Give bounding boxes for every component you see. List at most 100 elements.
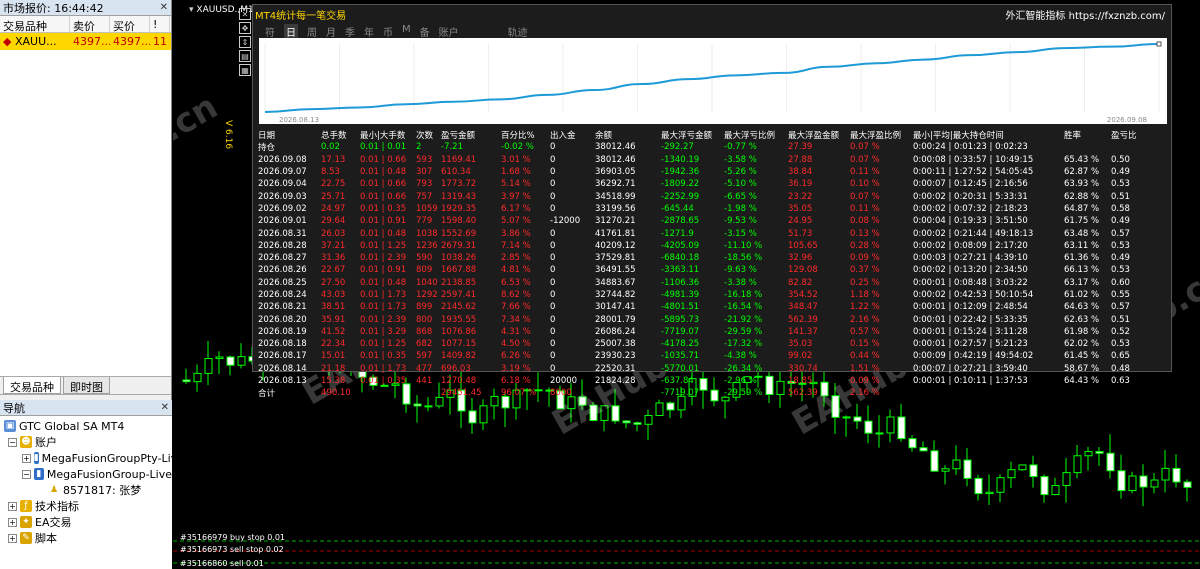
col-spread[interactable]: ! (150, 16, 170, 32)
panel-tab[interactable]: 符 (265, 24, 275, 39)
candle-body (237, 356, 246, 366)
candle-body (1172, 467, 1181, 483)
col-bid[interactable]: 卖价 (70, 16, 110, 32)
table-cell: -6840.18 (661, 253, 700, 264)
close-icon[interactable]: ✕ (160, 2, 168, 13)
tree-item-server-1[interactable]: + ▮ MegaFusionGroupPty-Live (0, 450, 184, 466)
panel-tab[interactable]: 日 (284, 24, 298, 39)
table-cell: 1292 (416, 290, 438, 300)
table-cell: 0.49 (1111, 216, 1130, 227)
table-cell: 96.07 % (501, 388, 537, 399)
table-cell: 38012.46 (595, 154, 636, 165)
panel-tab[interactable]: 币 (383, 24, 393, 39)
table-cell: 总手数 (321, 131, 347, 142)
tree-item-broker[interactable]: ▣ GTC Global SA MT4 (0, 418, 172, 434)
candle-body (1183, 481, 1192, 488)
close-icon[interactable]: ✕ (161, 402, 169, 413)
table-cell: -11.10 % (724, 240, 763, 251)
panel-tab[interactable]: 周 (307, 24, 317, 39)
table-cell: 779 (416, 216, 433, 227)
table-cell: 34883.67 (595, 277, 636, 288)
table-cell: 3.86 % (501, 228, 531, 239)
panel-tab[interactable]: M (402, 24, 411, 39)
tree-item-account[interactable]: ♟ 8571817: 张梦 (0, 482, 172, 498)
tree-item-indicators[interactable]: + ƒ 技术指标 (0, 498, 172, 514)
table-cell: 38.84 (788, 167, 813, 178)
tab-symbols[interactable]: 交易品种 (3, 377, 61, 394)
table-cell: 0.01 | 0.35 (360, 376, 407, 387)
table-cell: -5770.01 (661, 363, 700, 374)
move-icon[interactable]: ✥ (239, 22, 251, 34)
panel-link[interactable]: 外汇智能指标 https://fxznzb.com/ (1005, 7, 1165, 22)
table-cell: 0.58 (1111, 203, 1130, 214)
table-cell: 15.38 (321, 376, 346, 387)
symbol-row[interactable]: ◆ XAUU... 4397... 4397... 11 (0, 33, 171, 50)
table-cell: 307 (416, 167, 433, 178)
table-cell: -29.59 % (724, 326, 763, 337)
arrow-icon[interactable]: ⇕ (239, 36, 251, 48)
table-cell: 4.81 % (501, 265, 531, 276)
table-cell: 0:00:02 | 0:13:20 | 2:34:50 (913, 265, 1028, 276)
table-cell: 757 (416, 191, 433, 202)
order-label: #35166979 buy stop 0.01 (180, 533, 286, 542)
expand-icon[interactable]: + (8, 533, 17, 543)
panel-tab[interactable]: 轨迹 (508, 24, 528, 39)
table-cell: 合计 (258, 389, 276, 400)
tree-item-server-2[interactable]: − ▮ MegaFusionGroup-Live (0, 466, 172, 482)
table-cell: 63.93 % (1064, 179, 1100, 190)
table-cell: 61.75 % (1064, 216, 1100, 227)
table-cell: 37529.81 (595, 253, 636, 264)
table-cell: -16.18 % (724, 290, 763, 300)
table-row: 2026.09.02 24.97 0.01 | 0.35 1059 1929.35 6.1… (258, 203, 1168, 215)
collapse-icon[interactable]: − (8, 437, 17, 447)
table-cell: 793 (416, 179, 433, 190)
table-cell: -3.15 % (724, 228, 757, 239)
table-cell: 21824.28 (595, 376, 636, 387)
panel-tab[interactable]: 月 (326, 24, 336, 39)
table-row: 2026.08.13 15.38 0.01 | 0.35 441 1270.48 6.18… (258, 375, 1168, 387)
table-cell: 490.10 (321, 388, 351, 399)
save-icon[interactable]: ▦ (239, 64, 251, 76)
table-cell: 0.01 | 1.73 (360, 363, 407, 374)
table-cell: 0.01 | 3.29 (360, 326, 407, 337)
panel-tab[interactable]: 账户 (439, 24, 459, 39)
tree-item-scripts[interactable]: + ✎ 脚本 (0, 530, 172, 546)
panel-tab[interactable]: 季 (345, 24, 355, 39)
panel-tabs: 符日周月季年币 M 备账户 轨迹 (265, 24, 537, 39)
panel-tab[interactable]: 备 (420, 24, 430, 39)
table-cell: 0.25 % (850, 277, 880, 288)
table-cell: 562.39 (788, 388, 818, 399)
table-cell: -4981.39 (661, 290, 700, 300)
expand-icon[interactable]: + (22, 453, 31, 463)
tab-tick-chart[interactable]: 即时图 (63, 377, 110, 394)
table-cell: 62.88 % (1064, 191, 1100, 202)
table-row: 2026.09.03 25.71 0.01 | 0.66 757 1319.43 3.97… (258, 190, 1168, 202)
screenshot-icon[interactable]: ▤ (239, 50, 251, 62)
table-cell: 2.16 % (850, 314, 880, 325)
bid-value: 4397... (73, 35, 110, 48)
table-cell: 348.47 (788, 302, 818, 313)
table-row: 2026.08.24 43.03 0.01 | 1.73 1292 2597.41 8.6… (258, 289, 1168, 301)
tree-item-accounts[interactable]: − ☻ 账户 (0, 434, 172, 450)
col-ask[interactable]: 买价 (110, 16, 150, 32)
table-cell: 105.65 (788, 240, 818, 251)
table-cell: 8000 (550, 388, 572, 399)
table-cell: 0.53 (1111, 179, 1130, 190)
table-cell: 63.17 % (1064, 277, 1100, 288)
tree-item-experts[interactable]: + ✦ EA交易 (0, 514, 172, 530)
table-cell: 27.50 (321, 277, 346, 288)
table-cell: 2679.31 (441, 240, 477, 251)
expand-icon[interactable]: + (8, 517, 17, 527)
table-cell: 1270.48 (441, 376, 477, 387)
expand-icon[interactable]: + (8, 501, 17, 511)
table-cell: -29.59 % (724, 388, 763, 399)
collapse-icon[interactable]: − (22, 469, 31, 479)
candle-body (941, 468, 950, 472)
chart-menu-icon[interactable]: ▾ (189, 5, 194, 15)
panel-tab[interactable]: 年 (364, 24, 374, 39)
table-cell: 2026.08.19 (258, 326, 307, 337)
table-cell: 0.57 % (850, 326, 880, 337)
close-icon[interactable]: ✕ (239, 8, 251, 20)
col-symbol[interactable]: 交易品种 (0, 16, 70, 32)
table-cell: 38012.46 (595, 142, 636, 153)
